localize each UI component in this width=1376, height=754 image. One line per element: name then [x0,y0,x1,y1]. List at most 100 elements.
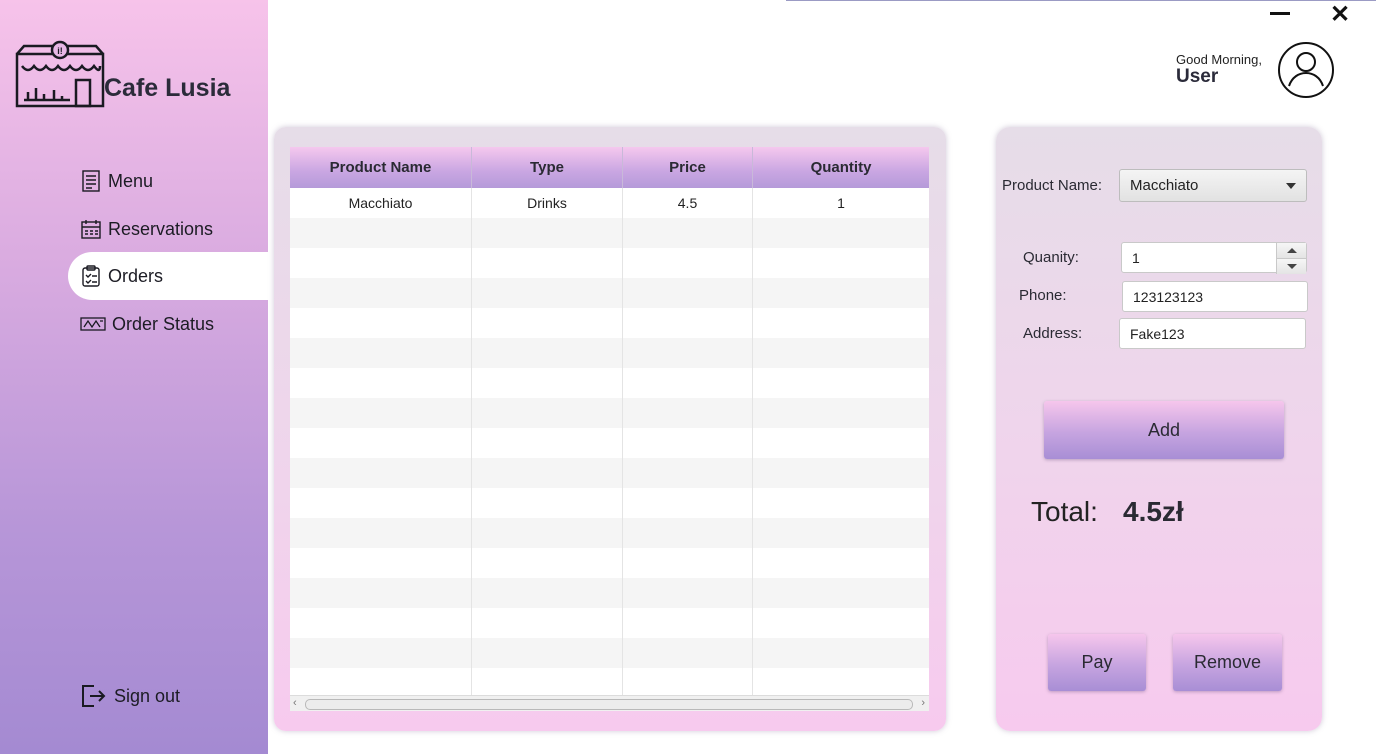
table-cell-empty [472,278,623,308]
table-cell-empty [753,488,929,518]
remove-button[interactable]: Remove [1173,634,1282,691]
chevron-down-icon [1286,183,1296,189]
quantity-value: 1 [1132,249,1140,266]
cafe-logo-icon: i! [15,40,105,108]
greeting-text: Good Morning, [1176,52,1262,67]
product-name-label: Product Name: [1002,177,1103,194]
column-header-product-name[interactable]: Product Name [290,147,472,188]
minimize-button[interactable] [1270,12,1290,15]
table-cell-empty [472,248,623,278]
increment-button[interactable] [1277,243,1306,259]
table-row-empty[interactable] [290,668,929,698]
table-cell-empty [290,488,472,518]
scrollbar-thumb[interactable] [305,699,913,710]
close-button[interactable]: ✕ [1330,2,1350,28]
address-field[interactable]: Fake123 [1119,318,1306,349]
svg-text:i!: i! [57,46,63,56]
sign-out-button[interactable]: Sign out [80,676,180,716]
column-header-type[interactable]: Type [472,147,623,188]
horizontal-scrollbar[interactable]: ‹ › [290,695,929,711]
table-row-empty[interactable] [290,398,929,428]
table-cell-empty [623,278,753,308]
table-cell-empty [472,338,623,368]
sidebar-item-orders[interactable]: Orders [80,252,268,300]
orders-table[interactable]: Product Name Type Price Quantity Macchia… [290,147,929,711]
table-cell-empty [753,308,929,338]
table-cell-empty [623,608,753,638]
table-row-empty[interactable] [290,578,929,608]
table-row-empty[interactable] [290,428,929,458]
table-cell-empty [290,458,472,488]
table-row-empty[interactable] [290,608,929,638]
table-cell-empty [753,608,929,638]
table-row-empty[interactable] [290,308,929,338]
table-cell-empty [472,398,623,428]
avatar-icon[interactable] [1276,40,1336,100]
table-cell-empty [753,518,929,548]
table-cell-empty [472,638,623,668]
table-cell-empty [472,668,623,698]
table-cell-empty [753,368,929,398]
pay-button[interactable]: Pay [1048,634,1146,691]
table-row-empty[interactable] [290,458,929,488]
table-cell-empty [290,638,472,668]
table-cell-empty [290,278,472,308]
table-cell-empty [623,368,753,398]
sidebar-item-order-status[interactable]: Order Status [80,300,268,348]
table-cell-empty [623,548,753,578]
total-value: 4.5zł [1123,496,1184,527]
table-cell-empty [753,638,929,668]
add-button[interactable]: Add [1044,401,1284,459]
table-cell-empty [472,548,623,578]
table-cell-empty [623,398,753,428]
column-header-price[interactable]: Price [623,147,753,188]
table-cell-empty [753,398,929,428]
sidebar-item-label: Menu [108,170,154,191]
column-header-quantity[interactable]: Quantity [753,147,929,188]
table-cell-empty [290,428,472,458]
table-cell-empty [623,458,753,488]
scroll-right-icon[interactable]: › [921,697,925,709]
sidebar-item-reservations[interactable]: Reservations [80,205,268,253]
arrow-down-icon [1286,264,1297,269]
table-cell-empty [753,458,929,488]
table-cell-empty [290,578,472,608]
table-cell-empty [623,578,753,608]
table-row-empty[interactable] [290,638,929,668]
table-row-empty[interactable] [290,368,929,398]
sign-out-icon [80,683,106,709]
table-row-empty[interactable] [290,278,929,308]
table-cell-empty [753,338,929,368]
table-cell-empty [623,428,753,458]
address-value: Fake123 [1130,325,1185,342]
table-cell-empty [623,338,753,368]
table-row-empty[interactable] [290,248,929,278]
table-cell-empty [623,218,753,248]
quantity-stepper[interactable]: 1 [1121,242,1307,274]
scroll-left-icon[interactable]: ‹ [293,697,297,709]
table-row-empty[interactable] [290,518,929,548]
table-cell-empty [753,668,929,698]
table-cell-empty [472,488,623,518]
table-cell-empty [472,578,623,608]
table-cell-empty [472,428,623,458]
table-cell-empty [290,218,472,248]
phone-field[interactable]: 123123123 [1122,281,1308,312]
table-cell-empty [290,398,472,428]
sidebar-item-menu[interactable]: Menu [80,157,268,205]
table-cell-empty [623,518,753,548]
table-cell-empty [472,518,623,548]
user-name: User [1176,66,1219,87]
clipboard-icon [80,265,102,287]
table-row-empty[interactable] [290,338,929,368]
decrement-button[interactable] [1277,259,1306,274]
table-cell-empty [623,668,753,698]
table-row-empty[interactable] [290,548,929,578]
table-row-empty[interactable] [290,488,929,518]
stepper-buttons [1276,243,1306,274]
table-row-empty[interactable] [290,218,929,248]
table-cell-empty [472,368,623,398]
sidebar-item-label: Order Status [112,313,215,334]
table-row[interactable]: Macchiato Drinks 4.5 1 [290,188,929,218]
product-name-select[interactable]: Macchiato [1119,169,1307,202]
